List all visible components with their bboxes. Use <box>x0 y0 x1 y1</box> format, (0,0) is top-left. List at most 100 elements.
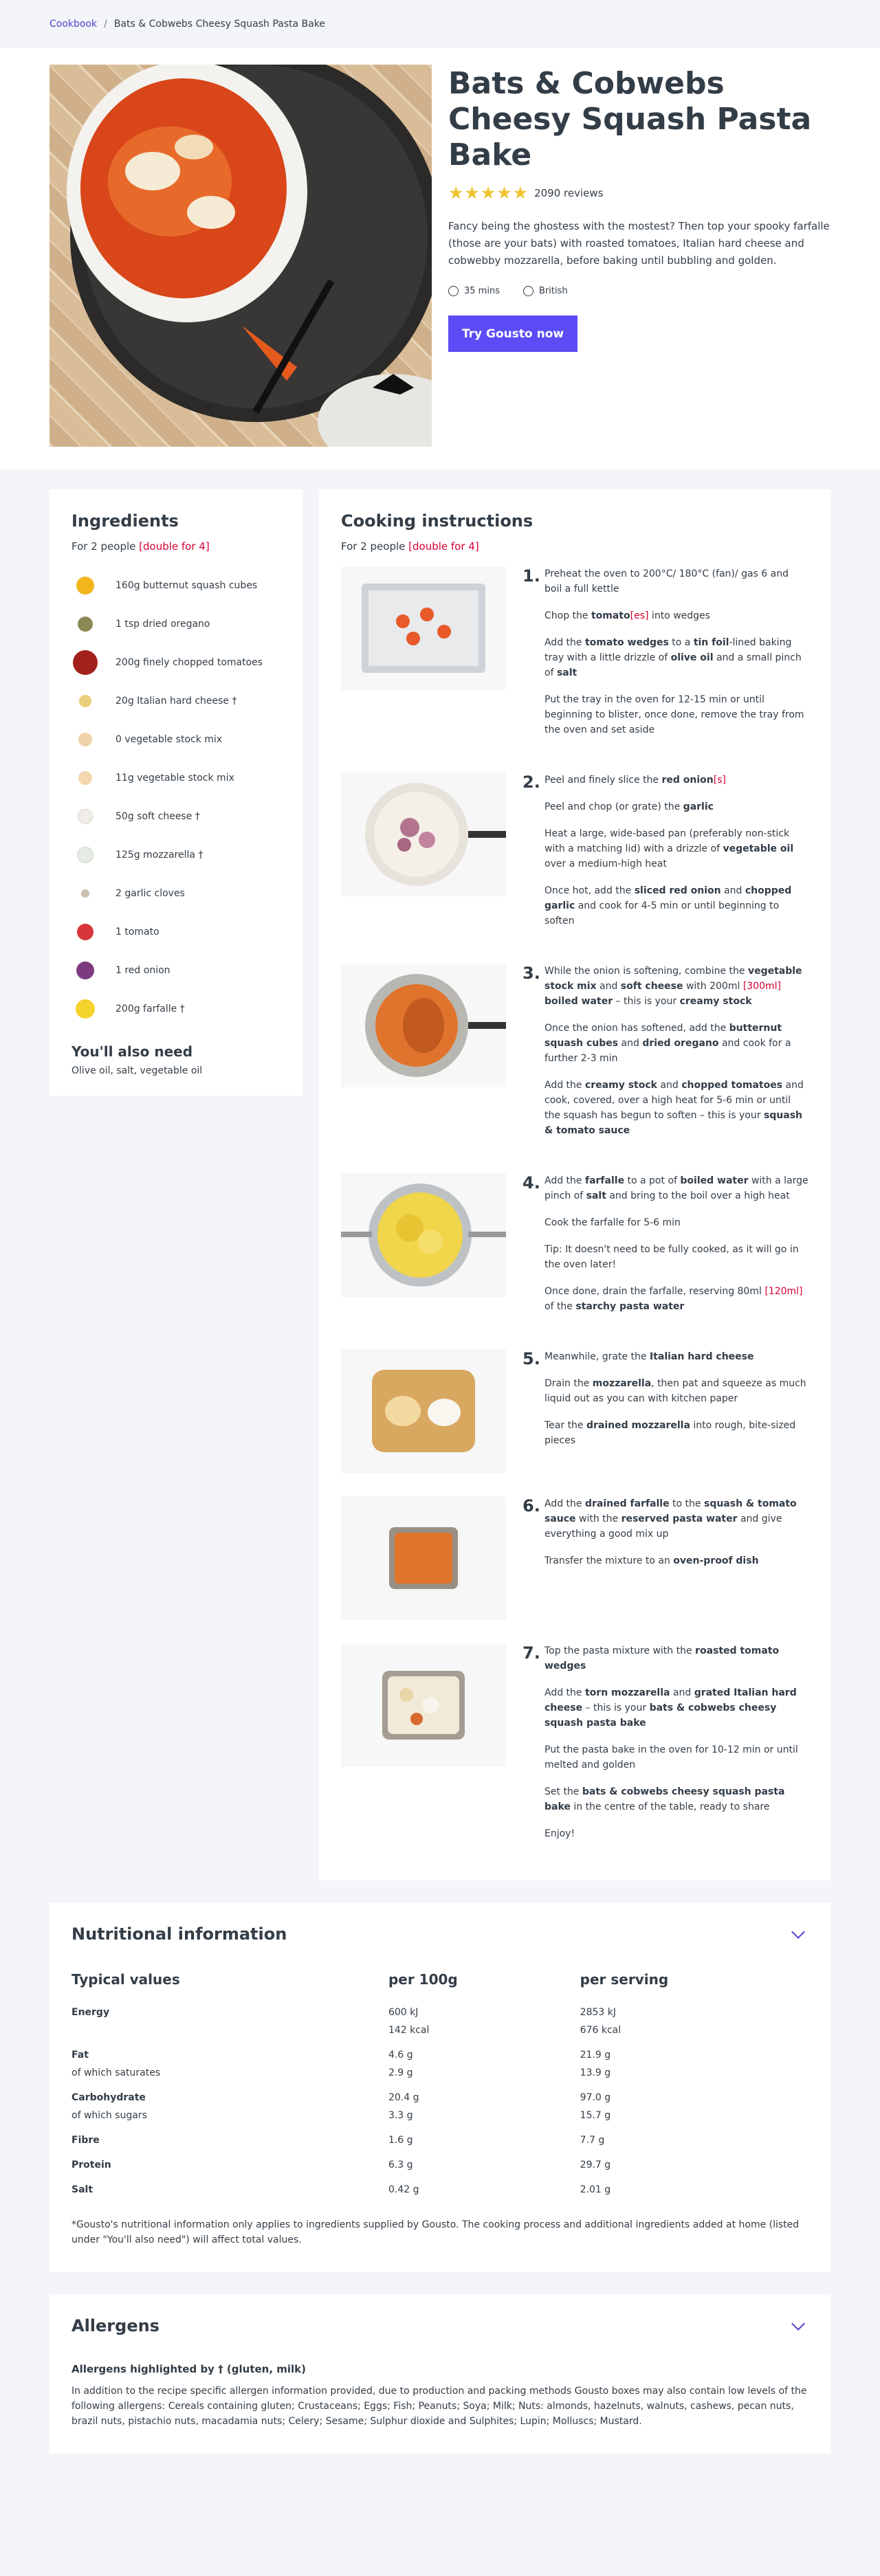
allergens-header[interactable]: Allergens <box>72 2316 808 2335</box>
nutrition-header[interactable]: Nutritional information <box>72 1924 808 1944</box>
cooking-title: Cooking instructions <box>341 511 534 531</box>
ingredient-image <box>72 995 99 1023</box>
nutrient-value: 2.9 g <box>388 2067 413 2078</box>
ingredient-item: 160g butternut squash cubes <box>72 566 280 605</box>
step-number: 3. <box>522 964 540 983</box>
nutrient-value: 4.6 g <box>388 2050 413 2061</box>
ingredient-item: 11g vegetable stock mix <box>72 759 280 797</box>
step-instruction: Preheat the oven to 200°C/ 180°C (fan)/ … <box>544 568 789 595</box>
ingredient-image <box>72 764 99 792</box>
ingredients-card: Ingredients For 2 people [double for 4] … <box>50 489 302 1096</box>
step-text: Preheat the oven to 200°C/ 180°C (fan)/ … <box>544 566 808 749</box>
recipe-meta: 35 mins British <box>448 286 830 296</box>
step-instruction: Peel and finely slice the red onion[s] <box>544 775 726 786</box>
recipe-description: Fancy being the ghostess with the mostes… <box>448 220 830 267</box>
step-instruction: Drain the mozzarella, then pat and squee… <box>544 1378 806 1404</box>
ingredient-label: 0 vegetable stock mix <box>116 734 223 745</box>
nutrition-row: Fibre 1.6 g 7.7 g <box>72 2128 808 2153</box>
chevron-down-icon[interactable] <box>791 1925 805 1939</box>
nutrient-label: Fat <box>72 2050 89 2061</box>
ingredient-label: 125g mozzarella † <box>116 850 204 860</box>
ingredient-label: 1 red onion <box>116 965 170 976</box>
ingredient-label: 1 tomato <box>116 926 160 937</box>
step-number: 6. <box>522 1496 540 1515</box>
recipe-title: Bats & Cobwebs Cheesy Squash Pasta Bake <box>448 66 812 173</box>
step-image <box>341 1496 506 1620</box>
nutrition-row: Protein 6.3 g 29.7 g <box>72 2153 808 2177</box>
breadcrumb-cookbook-link[interactable]: Cookbook <box>50 19 97 30</box>
ingredient-item: 1 tsp dried oregano <box>72 605 280 643</box>
ingredient-image <box>72 880 99 907</box>
nutrient-value: 21.9 g <box>580 2050 611 2061</box>
column-header: Typical values <box>72 1971 180 1988</box>
nutrition-row: Salt 0.42 g 2.01 g <box>72 2177 808 2202</box>
nutrient-value: 600 kJ <box>388 2007 419 2018</box>
ingredient-label: 1 tsp dried oregano <box>116 619 210 630</box>
nutrient-label: Fibre <box>72 2135 100 2146</box>
allergens-panel: Allergens Allergens highlighted by † (gl… <box>50 2294 830 2454</box>
nutrient-label: Carbohydrate <box>72 2092 146 2103</box>
review-count: 2090 reviews <box>534 186 604 199</box>
ingredient-label: 2 garlic cloves <box>116 888 185 899</box>
cooking-portion: For 2 people [double for 4] <box>341 540 808 553</box>
ingredient-image <box>72 841 99 869</box>
step-instruction: Once done, drain the farfalle, reserving… <box>544 1286 803 1312</box>
cooking-step: 3. While the onion is softening, combine … <box>341 964 808 1150</box>
ingredient-image <box>72 649 99 676</box>
clock-icon <box>448 286 459 296</box>
nutrient-label: of which sugars <box>72 2110 147 2121</box>
recipe-hero: Bats & Cobwebs Cheesy Squash Pasta Bake … <box>0 48 880 469</box>
cooking-step: 4. Add the farfalle to a pot of boiled wa… <box>341 1173 808 1326</box>
allergens-title: Allergens <box>72 2316 160 2335</box>
step-number: 7. <box>522 1643 540 1663</box>
cooking-step: 1. Preheat the oven to 200°C/ 180°C (fan)… <box>341 566 808 749</box>
double-portion-label: [double for 4] <box>139 540 210 553</box>
nutrient-value: 1.6 g <box>388 2135 413 2146</box>
step-instruction: While the onion is softening, combine th… <box>544 966 802 1007</box>
step-text: While the onion is softening, combine th… <box>544 964 808 1150</box>
also-need-title: You'll also need <box>72 1043 193 1060</box>
nutrient-label: Energy <box>72 2007 110 2018</box>
step-text: Add the farfalle to a pot of boiled wate… <box>544 1173 808 1326</box>
nutrient-value: 2853 kJ <box>580 2007 616 2018</box>
ingredient-label: 20g Italian hard cheese † <box>116 696 237 707</box>
step-text: Top the pasta mixture with the roasted t… <box>544 1643 808 1853</box>
chevron-down-icon[interactable] <box>791 2317 805 2331</box>
ingredient-label: 200g finely chopped tomatoes <box>116 657 263 668</box>
nutrient-value: 0.42 g <box>388 2184 419 2195</box>
nutrient-label: of which saturates <box>72 2067 161 2078</box>
step-instruction: Cook the farfalle for 5-6 min <box>544 1217 681 1228</box>
ingredient-item: 1 tomato <box>72 913 280 951</box>
step-instruction: Once the onion has softened, add the but… <box>544 1023 791 1064</box>
nutrient-label: Salt <box>72 2184 94 2195</box>
step-text: Add the drained farfalle to the squash &… <box>544 1496 808 1620</box>
nutrient-value: 3.3 g <box>388 2110 413 2121</box>
step-instruction: Once hot, add the sliced red onion and c… <box>544 885 792 926</box>
allergens-text: In addition to the recipe specific aller… <box>72 2386 807 2427</box>
ingredient-image <box>72 610 99 638</box>
ingredient-item: 50g soft cheese † <box>72 797 280 836</box>
step-instruction: Add the drained farfalle to the squash &… <box>544 1498 797 1540</box>
nutrient-value: 676 kcal <box>580 2025 622 2036</box>
cooking-card: Cooking instructions For 2 people [doubl… <box>319 489 830 1880</box>
ingredients-list: 160g butternut squash cubes 1 tsp dried o… <box>72 566 280 1028</box>
step-instruction: Put the pasta bake in the oven for 10-12… <box>544 1744 798 1770</box>
nutrition-panel: Nutritional information Typical values p… <box>50 1902 830 2272</box>
step-image <box>341 1349 506 1473</box>
recipe-rating[interactable]: ★★★★★ 2090 reviews <box>448 183 830 203</box>
step-instruction: Tear the drained mozzarella into rough, … <box>544 1420 796 1446</box>
ingredient-label: 50g soft cheese † <box>116 811 200 822</box>
also-need-text: Olive oil, salt, vegetable oil <box>72 1065 203 1076</box>
step-number: 4. <box>522 1173 540 1192</box>
recipe-info: Bats & Cobwebs Cheesy Squash Pasta Bake … <box>432 65 830 447</box>
nutrient-value: 20.4 g <box>388 2092 419 2103</box>
try-gousto-button[interactable]: Try Gousto now <box>448 315 578 352</box>
nutrition-row: Fat 4.6 g 21.9 g <box>72 2043 808 2067</box>
step-number: 5. <box>522 1349 540 1368</box>
nutrient-value: 142 kcal <box>388 2025 430 2036</box>
cooking-step: 2. Peel and finely slice the red onion[s]… <box>341 773 808 940</box>
step-instruction: Add the creamy stock and chopped tomatoe… <box>544 1080 804 1136</box>
breadcrumb: Cookbook / Bats & Cobwebs Cheesy Squash … <box>50 0 830 48</box>
ingredient-image <box>72 572 99 599</box>
double-portion-label: [double for 4] <box>408 540 479 553</box>
